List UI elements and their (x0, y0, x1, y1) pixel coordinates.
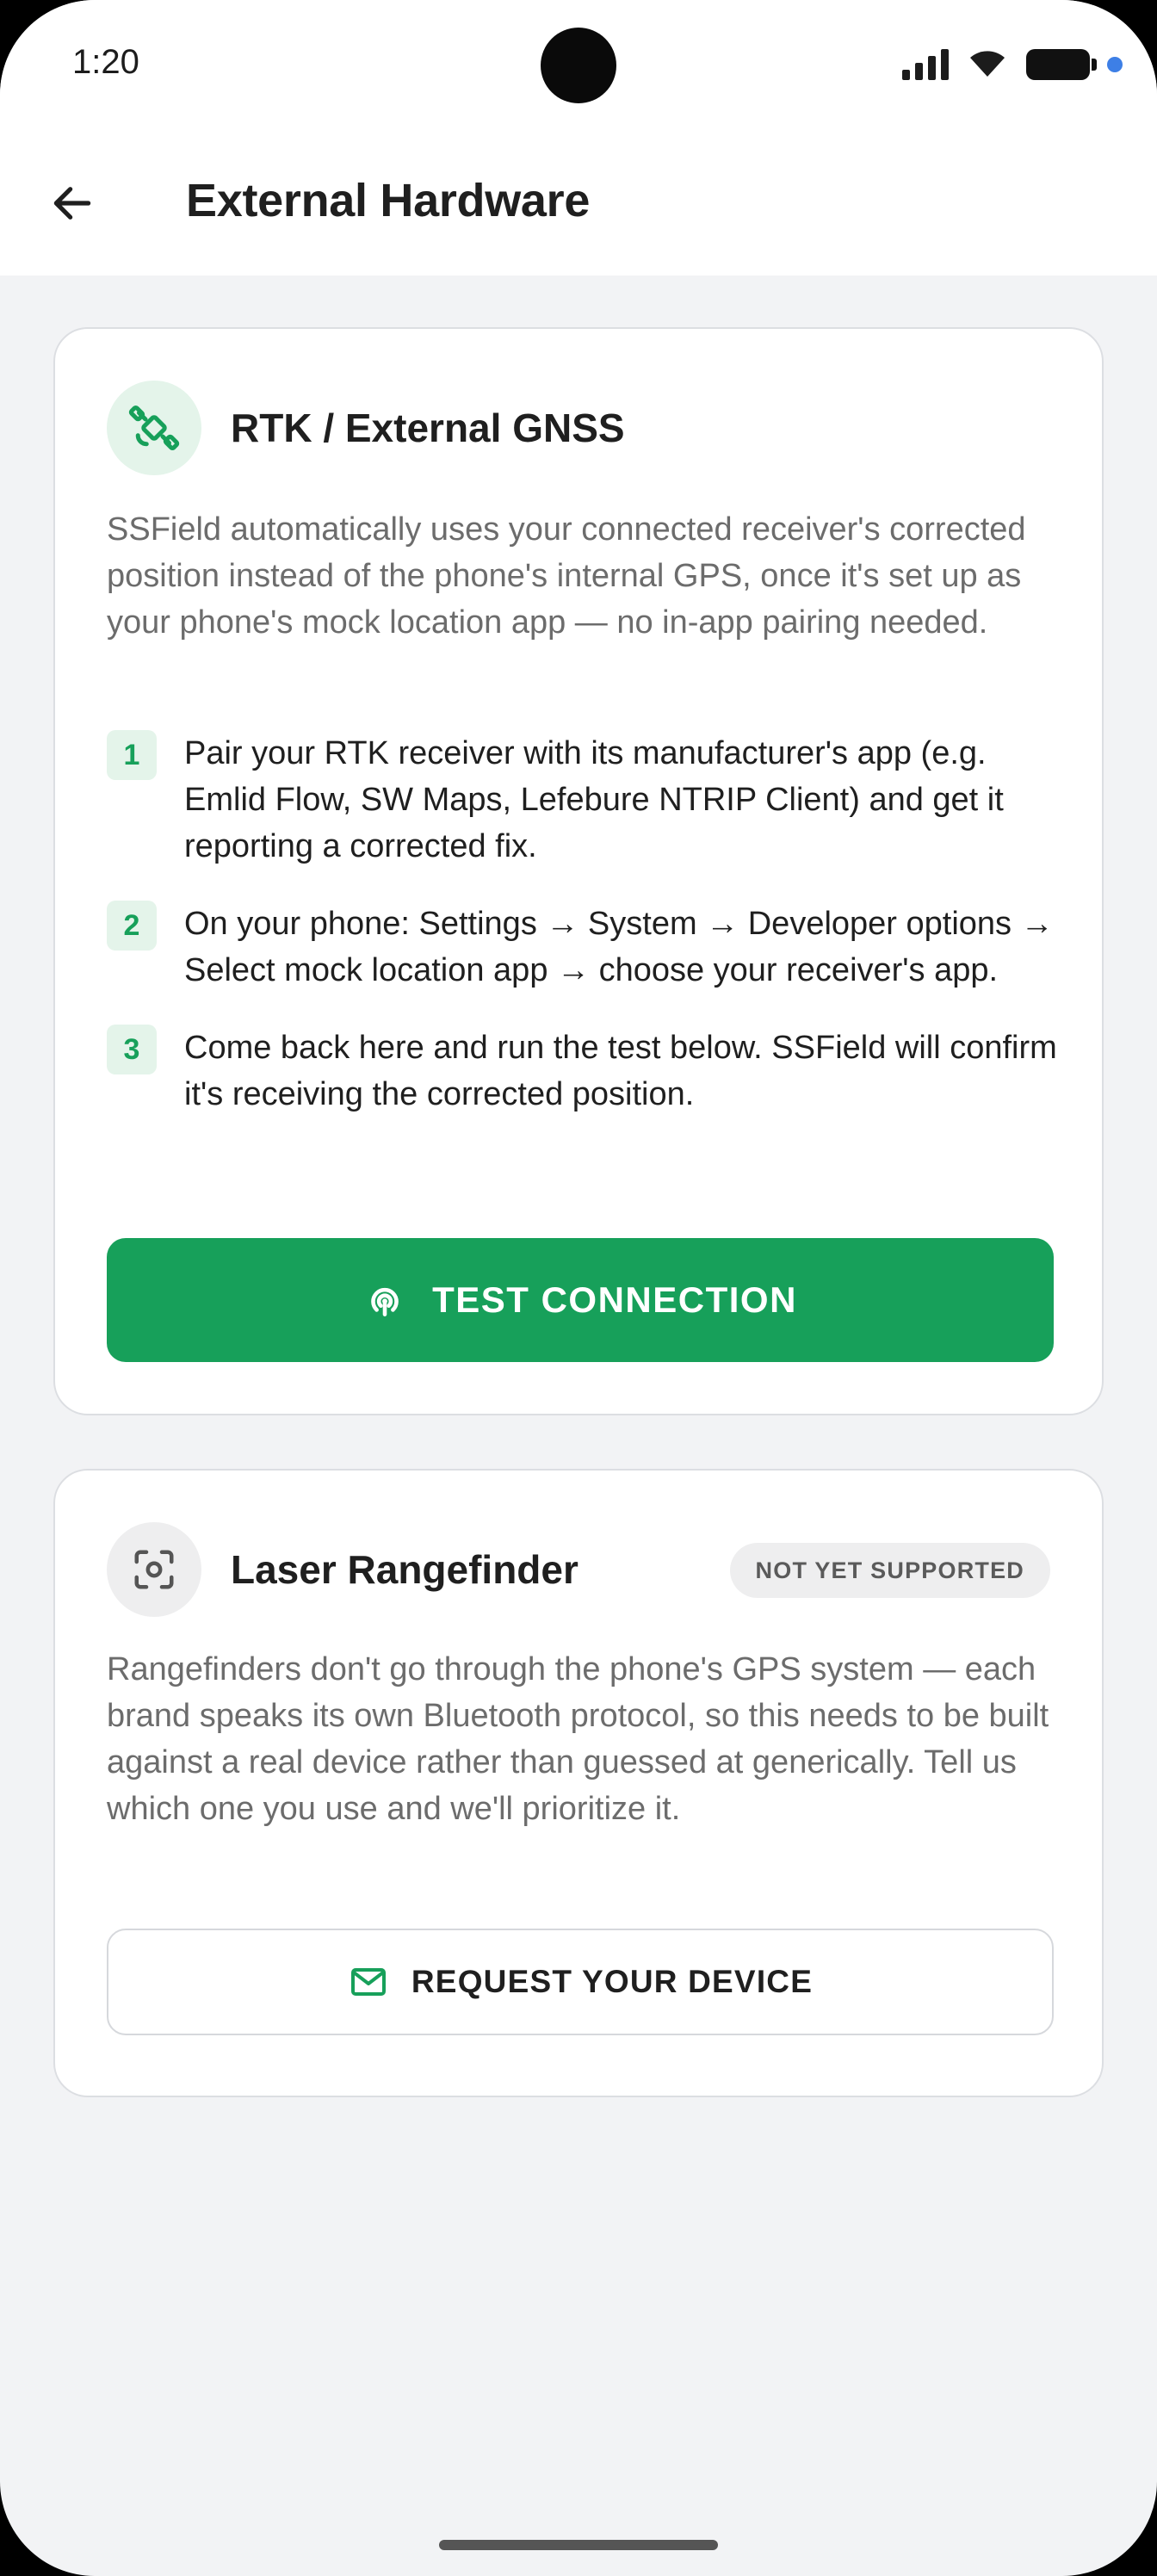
test-connection-button[interactable]: TEST CONNECTION (107, 1238, 1054, 1362)
satellite-icon (128, 405, 180, 451)
broadcast-icon (363, 1279, 406, 1322)
laser-icon-container (107, 1522, 201, 1617)
request-device-button[interactable]: REQUEST YOUR DEVICE (107, 1929, 1054, 2035)
rtk-card-description: SSField automatically uses your connecte… (107, 511, 1026, 641)
status-badge: NOT YET SUPPORTED (729, 1543, 1050, 1598)
arrow-left-icon (53, 187, 91, 220)
rtk-steps-list: 1 Pair your RTK receiver with its manufa… (107, 730, 1071, 1149)
wifi-icon (968, 47, 1007, 83)
rtk-card-title: RTK / External GNSS (231, 406, 625, 450)
laser-card: Laser Rangefinder NOT YET SUPPORTED Rang… (53, 1469, 1104, 2097)
step-text: Come back here and run the test below. S… (184, 1030, 1057, 1112)
request-device-label: REQUEST YOUR DEVICE (411, 1964, 814, 1999)
camera-cutout (541, 28, 616, 103)
battery-icon (1026, 49, 1097, 80)
step-item: 1 Pair your RTK receiver with its manufa… (107, 730, 1071, 870)
status-icons (902, 45, 1123, 84)
screen: 1:20 External Hardware RTK / External GN… (0, 0, 1157, 2576)
step-number: 2 (107, 901, 157, 951)
test-connection-label: TEST CONNECTION (432, 1279, 797, 1320)
app-bar: External Hardware (0, 129, 1157, 276)
notification-dot (1107, 57, 1123, 72)
rtk-card: RTK / External GNSS SSField automaticall… (53, 327, 1104, 1415)
step-number: 1 (107, 730, 157, 780)
step-item: 2 On your phone: Settings → System → Dev… (107, 901, 1071, 994)
rtk-icon-container (107, 381, 201, 475)
page-title: External Hardware (186, 175, 591, 226)
status-bar: 1:20 (0, 0, 1157, 129)
step-text: On your phone: Settings → System → Devel… (184, 906, 1054, 988)
back-button[interactable] (38, 169, 107, 238)
step-item: 3 Come back here and run the test below.… (107, 1025, 1071, 1118)
laser-card-title: Laser Rangefinder (231, 1547, 578, 1592)
mail-icon (348, 1961, 389, 2003)
home-indicator[interactable] (439, 2540, 718, 2550)
status-time: 1:20 (72, 43, 139, 81)
step-number: 3 (107, 1025, 157, 1074)
scan-icon (134, 1550, 174, 1589)
signal-icon (902, 49, 949, 80)
step-text: Pair your RTK receiver with its manufact… (184, 735, 1004, 864)
laser-card-description: Rangefinders don't go through the phone'… (107, 1651, 1049, 1827)
